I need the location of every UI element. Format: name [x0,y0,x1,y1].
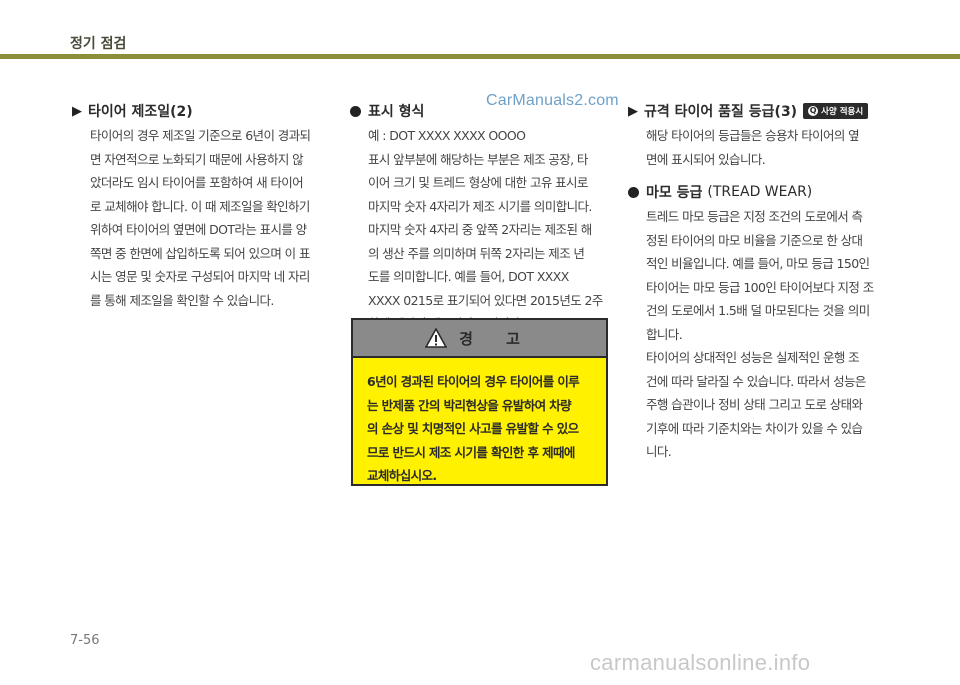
column-manufacture-date: ▶ 타이어 제조일(2) 타이어의 경우 제조일 기준으로 6년이 경과되 면 … [72,100,344,312]
footer-watermark: carmanualsonline.info [590,650,811,675]
heading-text: 표시 형식 [368,104,425,120]
section-title: 정기 점검 [70,36,127,52]
tread-wear-section: 마모 등급 (TREAD WEAR) 트레드 마모 등급은 지정 조건의 도로에… [628,181,898,464]
heading-quality-grade: ▶ 규격 타이어 품질 등급(3) Q 사양 적용시 [628,100,898,122]
triangle-marker-icon: ▶ [72,103,82,119]
heading-display-format: 표시 형식 [350,100,610,122]
display-format-paragraph: 예 : DOT XXXX XXXX OOOO 표시 앞부분에 해당하는 부분은 … [368,128,603,331]
quality-grade-paragraph: 해당 타이어의 등급들은 승용차 타이어의 옆 면에 표시되어 있습니다. [646,128,860,167]
warning-box: 경 고 6년이 경과된 타이어의 경우 타이어를 이루 는 반제품 간의 박리현… [351,318,608,486]
column-quality-grade: ▶ 규격 타이어 품질 등급(3) Q 사양 적용시 해당 타이어의 등급들은 … [628,100,898,464]
heading-tread-wear: 마모 등급 (TREAD WEAR) [628,181,898,203]
page-number: 7-56 [70,633,100,648]
heading-text: 규격 타이어 품질 등급(3) [644,104,798,120]
bullet-dot-icon [350,105,361,117]
badge-text: 사양 적용시 [821,107,864,117]
heading-text: 타이어 제조일(2) [88,104,193,120]
column-display-format: 표시 형식 예 : DOT XXXX XXXX OOOO 표시 앞부분에 해당하… [350,100,610,336]
header-rule [0,54,960,59]
heading-text: 마모 등급 [646,185,703,201]
warning-triangle-icon [425,328,448,348]
heading-extra-text: (TREAD WEAR) [707,184,813,200]
warning-title: 경 고 [459,329,534,348]
option-q-icon: Q [808,106,819,116]
manufacture-date-paragraph: 타이어의 경우 제조일 기준으로 6년이 경과되 면 자연적으로 노화되기 때문… [90,128,311,308]
heading-manufacture-date: ▶ 타이어 제조일(2) [72,100,344,122]
tread-wear-paragraph: 트레드 마모 등급은 지정 조건의 도로에서 측 정된 타이어의 마모 비율을 … [646,209,874,459]
warning-header: 경 고 [353,320,606,358]
warning-text: 6년이 경과된 타이어의 경우 타이어를 이루 는 반제품 간의 박리현상을 유… [367,374,580,483]
triangle-marker-icon: ▶ [628,103,638,119]
bullet-dot-icon [628,186,639,198]
option-badge: Q 사양 적용시 [803,103,869,119]
